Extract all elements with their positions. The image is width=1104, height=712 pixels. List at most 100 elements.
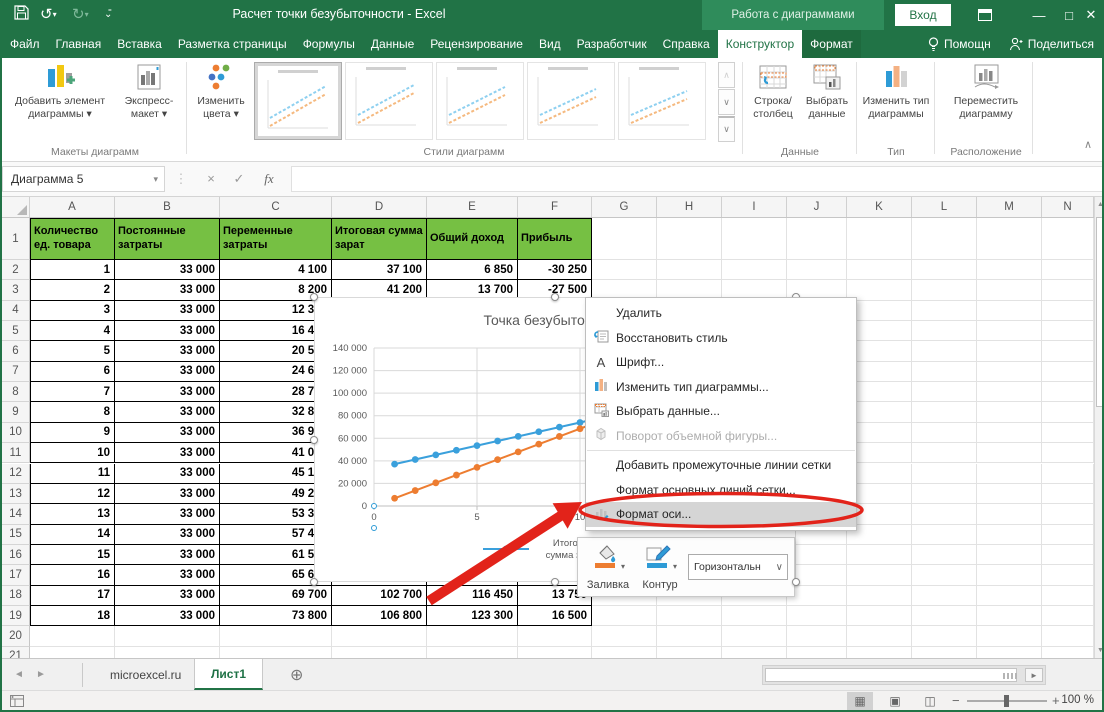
ribbon-tab-help[interactable]: Справка xyxy=(655,30,718,58)
ribbon-tab-format[interactable]: Формат xyxy=(802,30,861,58)
cell-L3[interactable] xyxy=(912,280,977,300)
cell-C1[interactable]: Переменные затраты xyxy=(220,218,332,260)
cell-J21[interactable] xyxy=(787,647,847,658)
cancel-formula-icon[interactable]: × xyxy=(200,170,222,188)
cell-C20[interactable] xyxy=(220,626,332,647)
ribbon-tab-formulas[interactable]: Формулы xyxy=(295,30,363,58)
move-chart-button[interactable]: Переместить диаграмму xyxy=(942,61,1030,141)
macro-record-icon[interactable] xyxy=(10,695,24,707)
cell-N11[interactable] xyxy=(1042,443,1094,463)
cell-N20[interactable] xyxy=(1042,626,1094,647)
cell-J20[interactable] xyxy=(787,626,847,647)
cell-A20[interactable] xyxy=(30,626,115,647)
horizontal-scroll-thumb[interactable] xyxy=(765,668,1017,682)
row-header-13[interactable]: 13 xyxy=(2,484,30,504)
cell-N19[interactable] xyxy=(1042,606,1094,626)
cell-A13[interactable]: 12 xyxy=(30,484,115,504)
gallery-down-icon[interactable]: ∨ xyxy=(718,89,735,115)
cell-H20[interactable] xyxy=(657,626,722,647)
cell-L19[interactable] xyxy=(912,606,977,626)
cell-L2[interactable] xyxy=(912,260,977,280)
cell-D1[interactable]: Итоговая сумма зарат xyxy=(332,218,427,260)
col-header-K[interactable]: K xyxy=(847,197,912,217)
cell-D21[interactable] xyxy=(332,647,427,658)
cell-D18[interactable]: 102 700 xyxy=(332,586,427,606)
cell-B19[interactable]: 33 000 xyxy=(115,606,220,626)
cell-A17[interactable]: 16 xyxy=(30,565,115,585)
cell-M13[interactable] xyxy=(977,484,1042,504)
insert-function-icon[interactable]: fx xyxy=(258,170,280,188)
enter-formula-icon[interactable]: ✓ xyxy=(228,170,250,188)
row-header-12[interactable]: 12 xyxy=(2,464,30,484)
col-header-G[interactable]: G xyxy=(592,197,657,217)
cell-B14[interactable]: 33 000 xyxy=(115,504,220,524)
cell-L8[interactable] xyxy=(912,382,977,402)
cell-F2[interactable]: -30 250 xyxy=(518,260,592,280)
vertical-scrollbar[interactable]: ▲ ▼ xyxy=(1094,197,1104,658)
ribbon-tab-data[interactable]: Данные xyxy=(363,30,422,58)
cell-D2[interactable]: 37 100 xyxy=(332,260,427,280)
chart-style-thumb-2[interactable] xyxy=(345,62,433,140)
cell-L1[interactable] xyxy=(912,218,977,260)
cell-B10[interactable]: 33 000 xyxy=(115,423,220,443)
cell-K16[interactable] xyxy=(847,545,912,565)
cell-L7[interactable] xyxy=(912,362,977,382)
cell-L11[interactable] xyxy=(912,443,977,463)
col-header-J[interactable]: J xyxy=(787,197,847,217)
add-chart-element-button[interactable]: Добавить элемент диаграммы ▾ xyxy=(6,61,114,141)
cell-K19[interactable] xyxy=(847,606,912,626)
cell-M21[interactable] xyxy=(977,647,1042,658)
cell-K17[interactable] xyxy=(847,565,912,585)
row-header-20[interactable]: 20 xyxy=(2,626,30,647)
row-header-4[interactable]: 4 xyxy=(2,301,30,321)
cell-H2[interactable] xyxy=(657,260,722,280)
col-header-M[interactable]: M xyxy=(977,197,1042,217)
cell-N18[interactable] xyxy=(1042,586,1094,606)
menu-item-add-minor-gridlines[interactable]: Добавить промежуточные линии сетки xyxy=(586,453,856,478)
cell-I19[interactable] xyxy=(722,606,787,626)
cell-K2[interactable] xyxy=(847,260,912,280)
cell-K20[interactable] xyxy=(847,626,912,647)
chart-element-dropdown[interactable]: Горизонтальн ∨ xyxy=(688,554,788,580)
horizontal-scrollbar[interactable]: ► xyxy=(762,665,1046,685)
cell-M16[interactable] xyxy=(977,545,1042,565)
outline-button[interactable]: ▾ Контур xyxy=(634,543,686,593)
cell-G21[interactable] xyxy=(592,647,657,658)
ribbon-tab-page-layout[interactable]: Разметка страницы xyxy=(170,30,295,58)
cell-M12[interactable] xyxy=(977,464,1042,484)
menu-item-reset-style[interactable]: Восстановить стиль xyxy=(586,326,856,351)
cell-D20[interactable] xyxy=(332,626,427,647)
cell-L20[interactable] xyxy=(912,626,977,647)
row-header-21[interactable]: 21 xyxy=(2,647,30,658)
cell-L16[interactable] xyxy=(912,545,977,565)
cell-N15[interactable] xyxy=(1042,525,1094,545)
cell-L10[interactable] xyxy=(912,423,977,443)
ribbon-tab-insert[interactable]: Вставка xyxy=(109,30,170,58)
cell-M7[interactable] xyxy=(977,362,1042,382)
cell-M5[interactable] xyxy=(977,321,1042,341)
cell-J18[interactable] xyxy=(787,586,847,606)
menu-item-format-major-gridlines[interactable]: Формат основных линий сетки... xyxy=(586,478,856,503)
row-header-3[interactable]: 3 xyxy=(2,280,30,300)
cell-L6[interactable] xyxy=(912,341,977,361)
cell-B16[interactable]: 33 000 xyxy=(115,545,220,565)
cell-B6[interactable]: 33 000 xyxy=(115,341,220,361)
cell-B7[interactable]: 33 000 xyxy=(115,362,220,382)
cell-A10[interactable]: 9 xyxy=(30,423,115,443)
cell-E21[interactable] xyxy=(427,647,518,658)
quick-layout-button[interactable]: Экспресс-макет ▾ xyxy=(116,61,182,141)
cell-K21[interactable] xyxy=(847,647,912,658)
collapse-ribbon-icon[interactable]: ∧ xyxy=(1084,138,1092,151)
cell-N4[interactable] xyxy=(1042,301,1094,321)
cell-N21[interactable] xyxy=(1042,647,1094,658)
cell-H19[interactable] xyxy=(657,606,722,626)
col-header-L[interactable]: L xyxy=(912,197,977,217)
row-header-7[interactable]: 7 xyxy=(2,362,30,382)
col-header-I[interactable]: I xyxy=(722,197,787,217)
cell-B15[interactable]: 33 000 xyxy=(115,525,220,545)
cell-J16[interactable] xyxy=(787,545,847,565)
cell-M2[interactable] xyxy=(977,260,1042,280)
chart-style-thumb-5[interactable] xyxy=(618,62,706,140)
cell-M8[interactable] xyxy=(977,382,1042,402)
cell-A2[interactable]: 1 xyxy=(30,260,115,280)
